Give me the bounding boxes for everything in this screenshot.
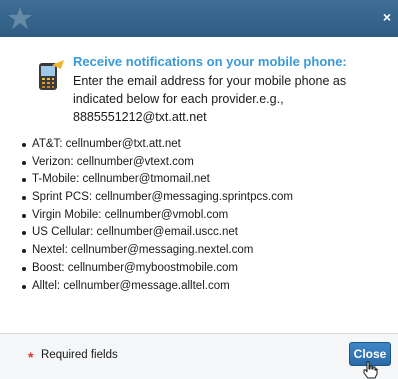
provider-item: Alltel: cellnumber@message.alltel.com: [22, 278, 293, 296]
hand-cursor-icon: [363, 361, 378, 379]
required-fields-label: Required fields: [41, 349, 118, 361]
provider-item: Verizon: cellnumber@vtext.com: [22, 154, 293, 172]
notice-title: Receive notifications on your mobile pho…: [73, 54, 347, 69]
provider-list: AT&T: cellnumber@txt.att.net Verizon: ce…: [22, 136, 293, 295]
provider-item: Nextel: cellnumber@messaging.nextel.com: [22, 242, 293, 260]
provider-item: Boost: cellnumber@myboostmobile.com: [22, 260, 293, 278]
dialog-titlebar: ×: [0, 0, 398, 37]
phone-icon: [39, 60, 64, 90]
notice-description: Enter the email address for your mobile …: [73, 74, 347, 124]
provider-item: AT&T: cellnumber@txt.att.net: [22, 136, 293, 154]
provider-item: Sprint PCS: cellnumber@messaging.sprintp…: [22, 189, 293, 207]
dialog-close-icon[interactable]: ×: [380, 9, 394, 25]
required-marker: *: [28, 349, 34, 365]
provider-item: Virgin Mobile: cellnumber@vmobl.com: [22, 207, 293, 225]
provider-item: T-Mobile: cellnumber@tmomail.net: [22, 171, 293, 189]
notification-dialog: × Receive notifications on your mobile p…: [0, 0, 398, 379]
provider-item: US Cellular: cellnumber@email.uscc.net: [22, 224, 293, 242]
star-logo-icon: [8, 7, 32, 29]
